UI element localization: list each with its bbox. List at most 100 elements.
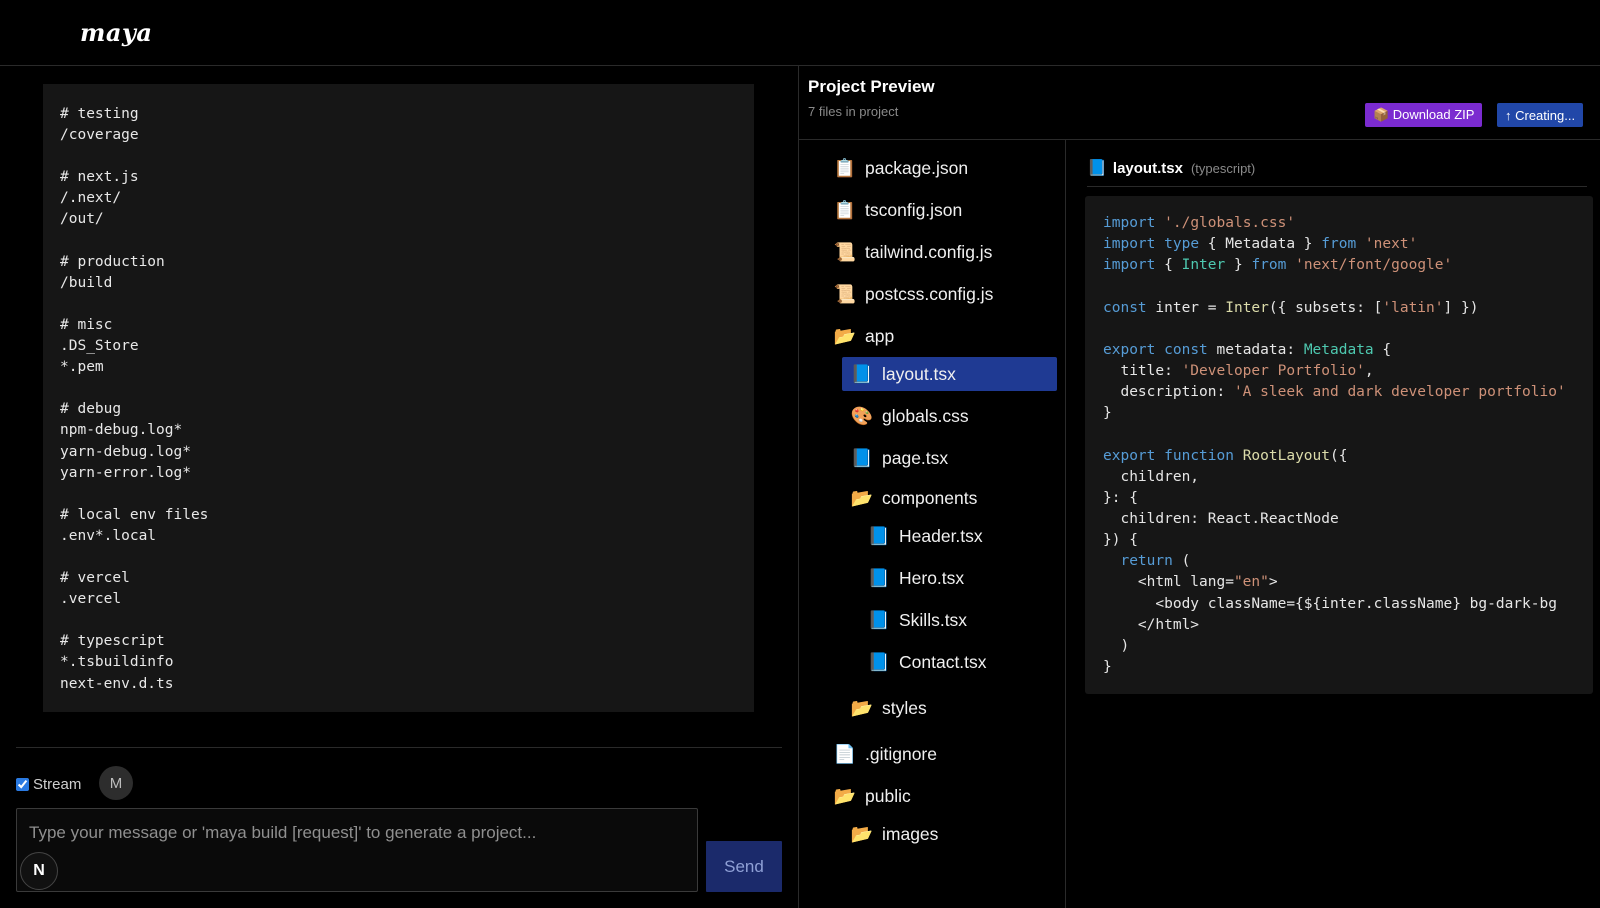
editor-divider <box>1087 186 1587 187</box>
file-count: 7 files in project <box>808 104 899 119</box>
js-file-icon: 📜 <box>833 283 857 304</box>
tree-item[interactable]: 📘 Skills.tsx <box>867 603 967 637</box>
tree-item-label: layout.tsx <box>882 363 956 384</box>
code-token: > <box>1268 574 1278 591</box>
tree-item-label: package.json <box>865 157 969 178</box>
tree-item-label: public <box>865 785 911 806</box>
code-token: ( <box>1172 553 1191 570</box>
tree-item[interactable]: 📂 components <box>850 481 978 515</box>
tree-item[interactable]: 📄 .gitignore <box>833 737 937 771</box>
code-token: const <box>1103 299 1147 316</box>
tree-item-label: styles <box>882 697 927 718</box>
app-logo[interactable]: maya <box>80 18 152 47</box>
code-token: export <box>1103 447 1156 464</box>
stream-toggle[interactable]: Stream <box>16 768 81 800</box>
tree-item[interactable]: 📋 tsconfig.json <box>833 193 963 227</box>
json-file-icon: 📋 <box>833 199 857 220</box>
tree-item[interactable]: 📘 page.tsx <box>850 441 948 475</box>
tree-item[interactable]: 📂 app <box>833 319 894 353</box>
chat-divider <box>16 747 782 748</box>
tree-item-label: Header.tsx <box>899 525 983 546</box>
code-token: 'next/font/google' <box>1295 257 1453 274</box>
code-line: } <box>1103 657 1593 678</box>
code-token: ] }) <box>1443 299 1479 316</box>
code-line: export function RootLayout({ <box>1103 446 1593 467</box>
code-line: title: 'Developer Portfolio', <box>1103 361 1593 382</box>
code-line: return ( <box>1103 551 1593 572</box>
code-token: type <box>1164 236 1200 253</box>
tree-item-label: Hero.tsx <box>899 567 965 588</box>
tree-item-label: components <box>882 487 978 508</box>
code-line: import type { Metadata } from 'next' <box>1103 234 1593 255</box>
code-token: }) { <box>1103 532 1138 549</box>
download-zip-button[interactable]: 📦 Download ZIP <box>1365 103 1483 127</box>
tree-item[interactable]: 📂 public <box>833 779 911 813</box>
creating-button[interactable]: ↑ Creating... <box>1497 103 1584 127</box>
code-view: import './globals.css' import type { Meta… <box>1085 196 1593 694</box>
code-token: metadata: <box>1207 341 1304 358</box>
code-line: .vercel <box>60 591 122 608</box>
tree-item[interactable]: 🎨 globals.css <box>850 399 969 433</box>
tree-item-label: tailwind.config.js <box>865 241 993 262</box>
tree-item-label: postcss.config.js <box>865 283 994 304</box>
tree-item[interactable]: 📜 postcss.config.js <box>833 277 994 311</box>
code-token: Inter <box>1181 257 1226 274</box>
code-line: </html> <box>1103 615 1593 636</box>
code-token: export <box>1103 341 1156 358</box>
model-avatar[interactable]: M <box>99 766 133 800</box>
tree-item[interactable]: 📂 images <box>850 817 939 851</box>
chat-code-block: # testing/coverage # next.js /.next/ /out/ #… <box>43 84 754 712</box>
code-token: const <box>1164 341 1208 358</box>
tree-item[interactable]: 📘 layout.tsx <box>842 357 1057 391</box>
code-token: <html lang= <box>1103 574 1234 591</box>
code-token: </html> <box>1103 616 1200 633</box>
code-line: /out/ <box>60 211 104 228</box>
code-token: './globals.css' <box>1164 215 1296 231</box>
code-editor: 📘 layout.tsx (typescript) import './glob… <box>1067 140 1600 908</box>
file-tree: 📋 package.json 📋 tsconfig.json 📜 tailwind.con… <box>799 140 1066 908</box>
code-line: # local env files <box>60 506 209 523</box>
tree-item[interactable]: 📘 Hero.tsx <box>867 561 964 595</box>
stream-checkbox[interactable] <box>16 777 29 791</box>
send-button[interactable]: Send <box>706 841 782 892</box>
code-line: *.pem <box>60 359 104 376</box>
code-line: /build <box>60 274 113 291</box>
n-logo-button[interactable]: N <box>20 852 58 890</box>
code-line: *.tsbuildinfo <box>60 654 174 671</box>
code-token: Inter <box>1225 299 1269 316</box>
code-line: }: { <box>1103 488 1593 509</box>
tree-item[interactable]: 📘 Contact.tsx <box>867 645 987 679</box>
tree-item[interactable]: 📜 tailwind.config.js <box>833 235 993 269</box>
code-token: } <box>1225 257 1252 274</box>
tree-item-label: .gitignore <box>865 743 937 764</box>
message-input[interactable] <box>17 809 697 891</box>
message-box <box>16 808 698 892</box>
folder-open-icon: 📂 <box>850 823 874 844</box>
code-line: /coverage <box>60 127 139 144</box>
tree-item[interactable]: 📋 package.json <box>833 151 968 185</box>
code-token: { <box>1155 257 1182 274</box>
project-preview-title: Project Preview <box>808 77 935 96</box>
tree-item-label: tsconfig.json <box>865 199 963 220</box>
code-token: 'next' <box>1364 236 1418 253</box>
code-token: ({ subsets: [ <box>1268 299 1383 316</box>
tree-item[interactable]: 📂 styles <box>850 691 927 725</box>
tree-item[interactable]: 📘 Header.tsx <box>867 519 983 553</box>
code-line: <body className={${inter.className} bg-d… <box>1103 594 1593 615</box>
json-file-icon: 📋 <box>833 157 857 178</box>
stream-label: Stream <box>33 775 82 793</box>
code-token: 'Developer Portfolio' <box>1181 362 1365 379</box>
tree-item-label: Skills.tsx <box>899 609 968 630</box>
editor-filename: layout.tsx <box>1112 159 1183 177</box>
code-line: } <box>1103 403 1593 424</box>
